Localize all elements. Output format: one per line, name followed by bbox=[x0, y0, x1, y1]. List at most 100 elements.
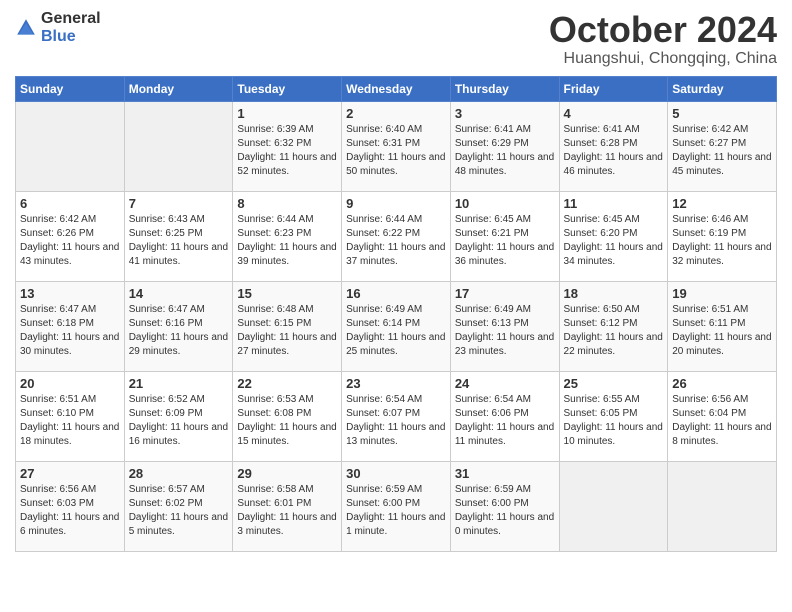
day-header-saturday: Saturday bbox=[668, 76, 777, 101]
week-row-4: 20Sunrise: 6:51 AMSunset: 6:10 PMDayligh… bbox=[16, 371, 777, 461]
calendar-cell: 31 Sunrise: 6:59 AMSunset: 6:00 PMDayligh… bbox=[450, 461, 559, 551]
day-header-monday: Monday bbox=[124, 76, 233, 101]
day-info: Sunrise: 6:58 AMSunset: 6:01 PMDaylight:… bbox=[237, 483, 337, 539]
page-header: General Blue October 2024 Huangshui, Cho… bbox=[15, 10, 777, 68]
day-number: 23 bbox=[346, 376, 446, 391]
day-info: Sunrise: 6:59 AMSunset: 6:00 PMDaylight:… bbox=[455, 483, 555, 539]
day-info: Sunrise: 6:56 AMSunset: 6:03 PMDaylight:… bbox=[20, 483, 120, 539]
day-number: 31 bbox=[455, 466, 555, 481]
calendar-cell: 23 Sunrise: 6:54 AMSunset: 6:07 PMDayligh… bbox=[342, 371, 451, 461]
day-info: Sunrise: 6:39 AMSunset: 6:32 PMDaylight:… bbox=[237, 123, 337, 179]
day-number: 8 bbox=[237, 196, 337, 211]
day-info: Sunrise: 6:42 AMSunset: 6:27 PMDaylight:… bbox=[672, 123, 772, 179]
day-info: Sunrise: 6:46 AMSunset: 6:19 PMDaylight:… bbox=[672, 213, 772, 269]
week-row-3: 13Sunrise: 6:47 AMSunset: 6:18 PMDayligh… bbox=[16, 281, 777, 371]
day-number: 25 bbox=[564, 376, 664, 391]
day-header-tuesday: Tuesday bbox=[233, 76, 342, 101]
week-row-5: 27 Sunrise: 6:56 AMSunset: 6:03 PMDayligh… bbox=[16, 461, 777, 551]
calendar-cell: 20Sunrise: 6:51 AMSunset: 6:10 PMDayligh… bbox=[16, 371, 125, 461]
day-number: 27 bbox=[20, 466, 120, 481]
calendar-cell: 29 Sunrise: 6:58 AMSunset: 6:01 PMDayligh… bbox=[233, 461, 342, 551]
day-info: Sunrise: 6:47 AMSunset: 6:16 PMDaylight:… bbox=[129, 303, 229, 359]
calendar-cell: 1 Sunrise: 6:39 AMSunset: 6:32 PMDaylight… bbox=[233, 101, 342, 191]
day-number: 29 bbox=[237, 466, 337, 481]
logo: General Blue bbox=[15, 10, 101, 46]
calendar-cell: 4 Sunrise: 6:41 AMSunset: 6:28 PMDaylight… bbox=[559, 101, 668, 191]
day-number: 28 bbox=[129, 466, 229, 481]
calendar-cell: 7 Sunrise: 6:43 AMSunset: 6:25 PMDaylight… bbox=[124, 191, 233, 281]
calendar-cell: 12 Sunrise: 6:46 AMSunset: 6:19 PMDayligh… bbox=[668, 191, 777, 281]
logo-icon bbox=[15, 17, 37, 39]
day-info: Sunrise: 6:52 AMSunset: 6:09 PMDaylight:… bbox=[129, 393, 229, 449]
day-info: Sunrise: 6:49 AMSunset: 6:14 PMDaylight:… bbox=[346, 303, 446, 359]
day-info: Sunrise: 6:44 AMSunset: 6:23 PMDaylight:… bbox=[237, 213, 337, 269]
calendar-cell: 18 Sunrise: 6:50 AMSunset: 6:12 PMDayligh… bbox=[559, 281, 668, 371]
day-info: Sunrise: 6:51 AMSunset: 6:11 PMDaylight:… bbox=[672, 303, 772, 359]
calendar-cell: 5 Sunrise: 6:42 AMSunset: 6:27 PMDaylight… bbox=[668, 101, 777, 191]
day-info: Sunrise: 6:48 AMSunset: 6:15 PMDaylight:… bbox=[237, 303, 337, 359]
day-info: Sunrise: 6:53 AMSunset: 6:08 PMDaylight:… bbox=[237, 393, 337, 449]
day-header-wednesday: Wednesday bbox=[342, 76, 451, 101]
day-info: Sunrise: 6:51 AMSunset: 6:10 PMDaylight:… bbox=[20, 393, 120, 449]
day-number: 19 bbox=[672, 286, 772, 301]
day-number: 11 bbox=[564, 196, 664, 211]
day-info: Sunrise: 6:56 AMSunset: 6:04 PMDaylight:… bbox=[672, 393, 772, 449]
day-header-sunday: Sunday bbox=[16, 76, 125, 101]
day-info: Sunrise: 6:40 AMSunset: 6:31 PMDaylight:… bbox=[346, 123, 446, 179]
calendar-cell: 3 Sunrise: 6:41 AMSunset: 6:29 PMDaylight… bbox=[450, 101, 559, 191]
day-info: Sunrise: 6:54 AMSunset: 6:07 PMDaylight:… bbox=[346, 393, 446, 449]
calendar-cell: 28 Sunrise: 6:57 AMSunset: 6:02 PMDayligh… bbox=[124, 461, 233, 551]
calendar-cell: 13Sunrise: 6:47 AMSunset: 6:18 PMDayligh… bbox=[16, 281, 125, 371]
calendar-cell: 21Sunrise: 6:52 AMSunset: 6:09 PMDayligh… bbox=[124, 371, 233, 461]
day-info: Sunrise: 6:59 AMSunset: 6:00 PMDaylight:… bbox=[346, 483, 446, 539]
day-number: 3 bbox=[455, 106, 555, 121]
day-info: Sunrise: 6:42 AMSunset: 6:26 PMDaylight:… bbox=[20, 213, 120, 269]
calendar-cell: 25 Sunrise: 6:55 AMSunset: 6:05 PMDayligh… bbox=[559, 371, 668, 461]
location-subtitle: Huangshui, Chongqing, China bbox=[549, 50, 777, 68]
day-number: 13 bbox=[20, 286, 120, 301]
calendar-cell: 16 Sunrise: 6:49 AMSunset: 6:14 PMDayligh… bbox=[342, 281, 451, 371]
title-block: October 2024 Huangshui, Chongqing, China bbox=[549, 10, 777, 68]
day-info: Sunrise: 6:50 AMSunset: 6:12 PMDaylight:… bbox=[564, 303, 664, 359]
day-number: 16 bbox=[346, 286, 446, 301]
day-info: Sunrise: 6:41 AMSunset: 6:28 PMDaylight:… bbox=[564, 123, 664, 179]
day-number: 18 bbox=[564, 286, 664, 301]
calendar-cell: 24Sunrise: 6:54 AMSunset: 6:06 PMDayligh… bbox=[450, 371, 559, 461]
calendar-cell bbox=[16, 101, 125, 191]
calendar-cell bbox=[668, 461, 777, 551]
day-info: Sunrise: 6:41 AMSunset: 6:29 PMDaylight:… bbox=[455, 123, 555, 179]
day-number: 14 bbox=[129, 286, 229, 301]
day-number: 5 bbox=[672, 106, 772, 121]
calendar-cell: 30 Sunrise: 6:59 AMSunset: 6:00 PMDayligh… bbox=[342, 461, 451, 551]
day-info: Sunrise: 6:45 AMSunset: 6:21 PMDaylight:… bbox=[455, 213, 555, 269]
calendar-cell: 15Sunrise: 6:48 AMSunset: 6:15 PMDayligh… bbox=[233, 281, 342, 371]
week-row-2: 6Sunrise: 6:42 AMSunset: 6:26 PMDaylight… bbox=[16, 191, 777, 281]
logo-general: General bbox=[41, 10, 101, 28]
day-info: Sunrise: 6:44 AMSunset: 6:22 PMDaylight:… bbox=[346, 213, 446, 269]
calendar-cell: 26 Sunrise: 6:56 AMSunset: 6:04 PMDayligh… bbox=[668, 371, 777, 461]
day-number: 22 bbox=[237, 376, 337, 391]
calendar-cell: 2Sunrise: 6:40 AMSunset: 6:31 PMDaylight… bbox=[342, 101, 451, 191]
day-number: 26 bbox=[672, 376, 772, 391]
day-header-thursday: Thursday bbox=[450, 76, 559, 101]
day-number: 7 bbox=[129, 196, 229, 211]
day-info: Sunrise: 6:57 AMSunset: 6:02 PMDaylight:… bbox=[129, 483, 229, 539]
calendar-cell: 9Sunrise: 6:44 AMSunset: 6:22 PMDaylight… bbox=[342, 191, 451, 281]
calendar-cell: 17 Sunrise: 6:49 AMSunset: 6:13 PMDayligh… bbox=[450, 281, 559, 371]
day-number: 10 bbox=[455, 196, 555, 211]
calendar-cell: 14 Sunrise: 6:47 AMSunset: 6:16 PMDayligh… bbox=[124, 281, 233, 371]
calendar-cell: 22 Sunrise: 6:53 AMSunset: 6:08 PMDayligh… bbox=[233, 371, 342, 461]
day-number: 30 bbox=[346, 466, 446, 481]
week-row-1: 1 Sunrise: 6:39 AMSunset: 6:32 PMDaylight… bbox=[16, 101, 777, 191]
day-number: 4 bbox=[564, 106, 664, 121]
calendar-table: SundayMondayTuesdayWednesdayThursdayFrid… bbox=[15, 76, 777, 552]
day-info: Sunrise: 6:43 AMSunset: 6:25 PMDaylight:… bbox=[129, 213, 229, 269]
day-info: Sunrise: 6:49 AMSunset: 6:13 PMDaylight:… bbox=[455, 303, 555, 359]
calendar-cell: 6Sunrise: 6:42 AMSunset: 6:26 PMDaylight… bbox=[16, 191, 125, 281]
day-info: Sunrise: 6:54 AMSunset: 6:06 PMDaylight:… bbox=[455, 393, 555, 449]
day-number: 1 bbox=[237, 106, 337, 121]
calendar-cell: 27 Sunrise: 6:56 AMSunset: 6:03 PMDayligh… bbox=[16, 461, 125, 551]
day-info: Sunrise: 6:55 AMSunset: 6:05 PMDaylight:… bbox=[564, 393, 664, 449]
day-number: 12 bbox=[672, 196, 772, 211]
day-number: 17 bbox=[455, 286, 555, 301]
